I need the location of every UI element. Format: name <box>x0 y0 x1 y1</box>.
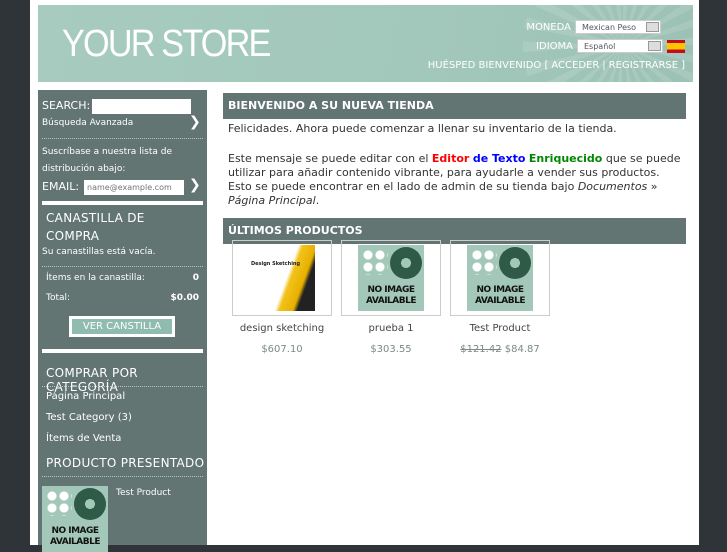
currency-row: MONEDA Mexican Peso <box>526 20 661 34</box>
product-old-price: $121.42 <box>460 344 502 355</box>
language-row: IDIOMA Español <box>536 39 685 53</box>
search-go-arrow-icon[interactable]: ❯ <box>189 114 201 130</box>
currency-select[interactable]: Mexican Peso <box>575 20 661 34</box>
cart-items-value: 0 <box>192 273 199 283</box>
no-image-text: NO IMAGE AVAILABLE <box>475 285 525 306</box>
text-red: Editor <box>431 152 470 165</box>
language-label: IDIOMA <box>536 40 573 52</box>
no-image-text: NO IMAGE AVAILABLE <box>366 285 416 306</box>
product-image[interactable]: NO IMAGE AVAILABLE <box>341 240 441 316</box>
categories-title: COMPRAR POR CATEGORÍA <box>46 366 138 394</box>
search-label: SEARCH: <box>42 99 91 112</box>
search-input[interactable] <box>92 99 191 114</box>
email-label: EMAIL: <box>42 180 80 193</box>
sidebar: SEARCH: Búsqueda Avanzada ❯ Suscríbase a… <box>38 90 207 552</box>
chevron-down-icon <box>646 22 659 32</box>
text-blue: de Texto <box>472 152 526 165</box>
store-logo[interactable]: YOUR STORE <box>62 23 271 66</box>
divider <box>42 266 203 267</box>
newsletter-text: Suscríbase a nuestra lista de <box>42 147 173 157</box>
featured-title: PRODUCTO PRESENTADO <box>46 456 205 470</box>
text: » <box>647 180 658 193</box>
divider <box>42 349 203 353</box>
currency-value: Mexican Peso <box>582 22 637 32</box>
currency-label: MONEDA <box>526 21 571 33</box>
welcome-paragraph: Felicidades. Ahora puede comenzar a llen… <box>228 122 617 135</box>
product-card[interactable]: NO IMAGE AVAILABLE Test Product $121.42 … <box>450 240 550 355</box>
account-links: HUÉSPED BIENVENIDO [ ACCEDER | REGISTRAR… <box>428 60 685 71</box>
divider <box>42 138 203 139</box>
chevron-down-icon <box>648 41 661 51</box>
product-image[interactable]: NO IMAGE AVAILABLE <box>450 240 550 316</box>
divider <box>42 476 203 477</box>
product-price: $607.10 <box>261 344 303 355</box>
page: YOUR STORE MONEDA Mexican Peso IDIOMA Es… <box>30 0 699 552</box>
book-cover-title: Design Sketching <box>251 261 301 267</box>
login-link[interactable]: ACCEDER <box>551 60 599 71</box>
product-price: $303.55 <box>370 344 412 355</box>
product-name[interactable]: Test Product <box>450 323 550 334</box>
email-field[interactable] <box>84 180 184 195</box>
view-cart-button[interactable]: VER CANSTILLA <box>69 316 175 337</box>
separator: | <box>602 60 606 71</box>
header: YOUR STORE MONEDA Mexican Peso IDIOMA Es… <box>38 5 693 82</box>
text-doc: Documentos <box>577 180 648 193</box>
text: . <box>315 194 320 207</box>
bracket: ] <box>681 60 685 71</box>
editor-paragraph: Este mensaje se puede editar con el Edit… <box>223 149 686 211</box>
language-value: Español <box>584 41 616 51</box>
welcome-text: HUÉSPED BIENVENIDO [ <box>427 60 549 71</box>
text-green: Enriquecido <box>528 152 603 165</box>
category-link[interactable]: Test Category (3) <box>46 412 132 423</box>
cart-items-label: Ítems en la canastilla: <box>46 273 145 283</box>
category-link[interactable]: Ítems de Venta <box>46 433 121 444</box>
featured-product-link[interactable]: Test Product <box>116 488 171 498</box>
product-price: $84.87 <box>504 344 540 355</box>
product-name[interactable]: prueba 1 <box>341 323 441 334</box>
spain-flag-icon[interactable] <box>667 39 685 53</box>
text: Este mensaje se puede editar con el <box>228 152 432 165</box>
cart-total-value: $0.00 <box>170 293 199 303</box>
featured-product-image[interactable]: NO IMAGE AVAILABLE <box>42 486 108 552</box>
language-select[interactable]: Español <box>577 39 663 53</box>
advanced-search-link[interactable]: Búsqueda Avanzada <box>42 118 133 128</box>
category-link[interactable]: Página Principal <box>46 391 125 402</box>
cart-total-label: Total: <box>46 293 71 303</box>
newsletter-text: distribución abajo: <box>42 164 126 174</box>
product-card[interactable]: NO IMAGE AVAILABLE prueba 1 $303.55 <box>341 240 441 355</box>
cart-empty-text: Su canastillas está vacía. <box>42 247 156 257</box>
register-link[interactable]: REGISTRARSE <box>609 60 678 71</box>
product-name[interactable]: design sketching <box>232 323 332 334</box>
product-card[interactable]: Design Sketching design sketching $607.1… <box>232 240 332 355</box>
subscribe-arrow-icon[interactable]: ❯ <box>189 177 201 193</box>
main-content: BIENVENIDO A SU NUEVA TIENDA Felicidades… <box>223 93 686 355</box>
welcome-heading: BIENVENIDO A SU NUEVA TIENDA <box>223 93 686 119</box>
divider <box>42 386 203 387</box>
cart-title: CANASTILLA DE <box>46 211 145 225</box>
cart-title: COMPRA <box>46 229 100 243</box>
divider <box>42 201 203 205</box>
text-page: Página Principal <box>228 194 316 207</box>
product-image[interactable]: Design Sketching <box>232 240 332 316</box>
